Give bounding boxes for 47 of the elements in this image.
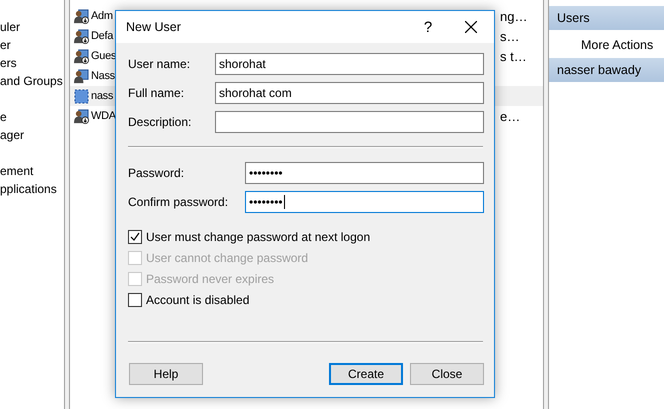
user-name[interactable]: nass — [91, 90, 114, 102]
dialog-title: New User — [126, 20, 182, 34]
help-button[interactable]: ? — [408, 18, 448, 36]
checkbox[interactable] — [128, 230, 142, 244]
user-name[interactable]: Nass — [91, 70, 115, 82]
tree-item[interactable]: ement — [0, 162, 64, 180]
user-name[interactable]: Adm — [91, 10, 113, 22]
user-icon — [74, 88, 89, 104]
dialog-button[interactable]: Create — [329, 363, 403, 385]
user-icon — [74, 8, 89, 24]
tree-item[interactable]: pplications — [0, 180, 64, 198]
password-field[interactable]: •••••••• — [245, 191, 484, 213]
dialog-button[interactable]: Help — [129, 363, 203, 385]
tree-item[interactable]: er — [0, 36, 64, 54]
user-name[interactable]: WDA — [91, 110, 116, 122]
tree-item[interactable]: ager — [0, 126, 64, 144]
user-description: ng… — [500, 8, 528, 24]
field-label: Password: — [128, 166, 186, 180]
actions-header[interactable]: Users — [549, 6, 664, 30]
close-icon — [465, 21, 477, 33]
field-label: Confirm password: — [128, 195, 230, 209]
user-name[interactable]: Defa — [91, 30, 114, 42]
checkbox[interactable] — [128, 293, 142, 307]
user-name[interactable]: Gues — [91, 50, 116, 62]
actions-header[interactable]: nasser bawady — [549, 58, 664, 82]
action-link[interactable]: More Actions — [549, 32, 664, 58]
user-icon — [74, 48, 89, 64]
tree-item[interactable]: uler — [0, 18, 64, 36]
text-field[interactable] — [215, 111, 484, 133]
text-field[interactable]: shorohat — [215, 53, 484, 75]
checkbox-label[interactable]: Account is disabled — [146, 293, 250, 307]
user-description: s t… — [500, 48, 527, 64]
user-icon — [74, 68, 89, 84]
user-icon — [74, 108, 89, 124]
field-label: Description: — [128, 115, 192, 129]
checkbox-label[interactable]: User must change password at next logon — [146, 230, 370, 244]
field-label: Full name: — [128, 86, 186, 100]
user-description: s… — [500, 28, 520, 44]
password-field[interactable]: •••••••• — [245, 162, 484, 184]
dialog-button[interactable]: Close — [410, 363, 484, 385]
tree-item[interactable]: e — [0, 108, 64, 126]
user-icon — [74, 28, 89, 44]
text-field[interactable]: shorohat com — [215, 82, 484, 104]
tree-item[interactable]: ers — [0, 54, 64, 72]
user-description: e… — [500, 108, 520, 124]
tree-item[interactable]: and Groups — [0, 72, 64, 90]
field-label: User name: — [128, 57, 192, 71]
